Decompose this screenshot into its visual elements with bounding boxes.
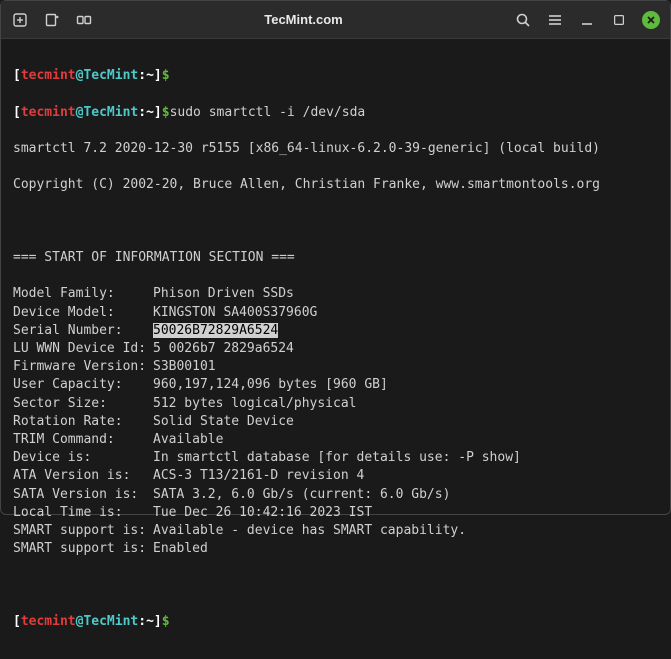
info-value: SATA 3.2, 6.0 Gb/s (current: 6.0 Gb/s) [153,487,450,502]
info-value: ACS-3 T13/2161-D revision 4 [153,468,364,483]
menu-button[interactable] [546,11,564,29]
info-label: Model Family: [13,285,153,303]
info-label: SATA Version is: [13,486,153,504]
new-window-button[interactable] [43,11,61,29]
info-value: Tue Dec 26 10:42:16 2023 IST [153,505,372,520]
info-row: TRIM Command:Available [13,431,658,449]
terminal-body[interactable]: [tecmint@TecMint:~]$ [tecmint@TecMint:~]… [1,39,670,659]
info-value: Available - device has SMART capability. [153,523,466,538]
info-label: LU WWN Device Id: [13,340,153,358]
info-value: 960,197,124,096 bytes [960 GB] [153,377,388,392]
info-value: Phison Driven SSDs [153,286,294,301]
info-row: LU WWN Device Id:5 0026b7 2829a6524 [13,340,658,358]
info-value: Enabled [153,541,208,556]
info-row: Serial Number:50026B72829A6524 [13,322,658,340]
titlebar-left-controls [11,11,93,29]
info-value: S3B00101 [153,359,216,374]
info-row: Device Model:KINGSTON SA400S37960G [13,304,658,322]
prompt-line-command: [tecmint@TecMint:~]$sudo smartctl -i /de… [13,104,658,122]
info-label: User Capacity: [13,376,153,394]
info-value: Solid State Device [153,414,294,429]
info-label: Device is: [13,449,153,467]
info-row: Sector Size:512 bytes logical/physical [13,395,658,413]
info-label: ATA Version is: [13,467,153,485]
info-label: SMART support is: [13,540,153,558]
info-row: Local Time is:Tue Dec 26 10:42:16 2023 I… [13,504,658,522]
prompt-line-empty: [tecmint@TecMint:~]$ [13,613,658,631]
info-label: Serial Number: [13,322,153,340]
output-version: smartctl 7.2 2020-12-30 r5155 [x86_64-li… [13,140,658,158]
blank-line [13,576,658,594]
info-value: 512 bytes logical/physical [153,396,357,411]
info-fields: Model Family:Phison Driven SSDsDevice Mo… [13,285,658,558]
info-row: Model Family:Phison Driven SSDs [13,285,658,303]
prompt-line-empty: [tecmint@TecMint:~]$ [13,67,658,85]
info-row: Device is:In smartctl database [for deta… [13,449,658,467]
blank-line [13,213,658,231]
command-text: sudo smartctl -i /dev/sda [170,105,366,120]
info-label: Firmware Version: [13,358,153,376]
search-button[interactable] [514,11,532,29]
close-button[interactable] [642,11,660,29]
info-row: Rotation Rate:Solid State Device [13,413,658,431]
info-value: Available [153,432,223,447]
window-title: TecMint.com [93,12,514,27]
info-row: User Capacity:960,197,124,096 bytes [960… [13,376,658,394]
info-value: In smartctl database [for details use: -… [153,450,521,465]
output-copyright: Copyright (C) 2002-20, Bruce Allen, Chri… [13,176,658,194]
info-value: 50026B72829A6524 [153,323,278,338]
info-value: KINGSTON SA400S37960G [153,305,317,320]
split-button[interactable] [75,11,93,29]
info-row: SMART support is:Enabled [13,540,658,558]
info-label: Sector Size: [13,395,153,413]
info-label: Rotation Rate: [13,413,153,431]
info-row: SMART support is:Available - device has … [13,522,658,540]
info-value: 5 0026b7 2829a6524 [153,341,294,356]
info-label: SMART support is: [13,522,153,540]
maximize-button[interactable] [610,11,628,29]
info-row: ATA Version is:ACS-3 T13/2161-D revision… [13,467,658,485]
info-label: Local Time is: [13,504,153,522]
info-row: SATA Version is:SATA 3.2, 6.0 Gb/s (curr… [13,486,658,504]
info-label: Device Model: [13,304,153,322]
new-tab-button[interactable] [11,11,29,29]
info-row: Firmware Version:S3B00101 [13,358,658,376]
titlebar: TecMint.com [1,1,670,39]
info-label: TRIM Command: [13,431,153,449]
titlebar-right-controls [514,11,660,29]
minimize-button[interactable] [578,11,596,29]
section-header: === START OF INFORMATION SECTION === [13,249,658,267]
